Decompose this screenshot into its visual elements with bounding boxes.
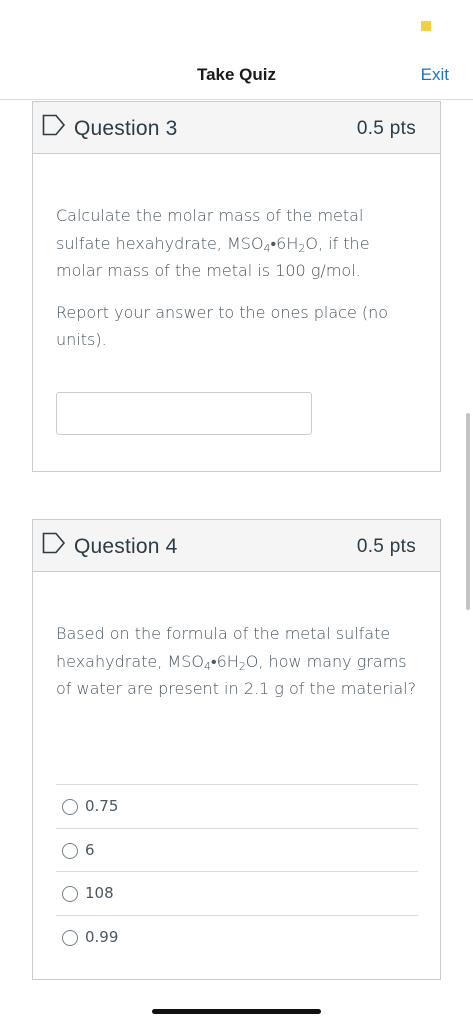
question-title: Question 3 [74,117,178,140]
option-label: 0.75 [85,797,119,815]
question-body: Calculate the molar mass of the metal su… [33,154,440,435]
question-title: Question 4 [74,535,178,558]
option-label: 0.99 [85,927,119,946]
answer-options: 0.75 6 108 0.99 [56,784,418,958]
question-text: Based on the formula of the metal sulfat… [56,624,417,698]
question-card-4: Question 4 0.5 pts Based on the formula … [32,519,441,980]
question-instruction: Report your answer to the ones place (no… [56,302,389,350]
top-bar: Take Quiz Exit [0,50,473,100]
answer-option[interactable]: 0.75 [56,784,418,828]
answer-option[interactable]: 0.99 [56,914,418,959]
question-body: Based on the formula of the metal sulfat… [33,572,440,946]
question-points: 0.5 pts [356,536,416,557]
radio-button[interactable] [62,886,78,902]
question-header: Question 3 0.5 pts [33,102,440,154]
question-text: Calculate the molar mass of the metal su… [56,154,417,354]
question-header: Question 4 0.5 pts [33,520,440,572]
option-label: 6 [85,840,95,859]
radio-button[interactable] [62,799,78,815]
exit-button[interactable]: Exit [421,65,449,85]
answer-option[interactable]: 6 [56,827,418,872]
answer-option[interactable]: 108 [56,871,418,915]
home-indicator[interactable] [152,1009,321,1014]
option-label: 108 [85,884,114,902]
bookmark-flag-icon[interactable] [42,114,66,136]
radio-button[interactable] [62,929,78,946]
page-title: Take Quiz [196,65,277,84]
status-indicator [421,21,431,31]
scrollbar[interactable] [466,413,470,610]
radio-button[interactable] [62,842,78,859]
question-points: 0.5 pts [356,118,416,139]
answer-input[interactable] [56,392,312,435]
question-card-3: Question 3 0.5 pts Calculate the molar m… [32,101,441,472]
bookmark-flag-icon[interactable] [42,532,66,554]
